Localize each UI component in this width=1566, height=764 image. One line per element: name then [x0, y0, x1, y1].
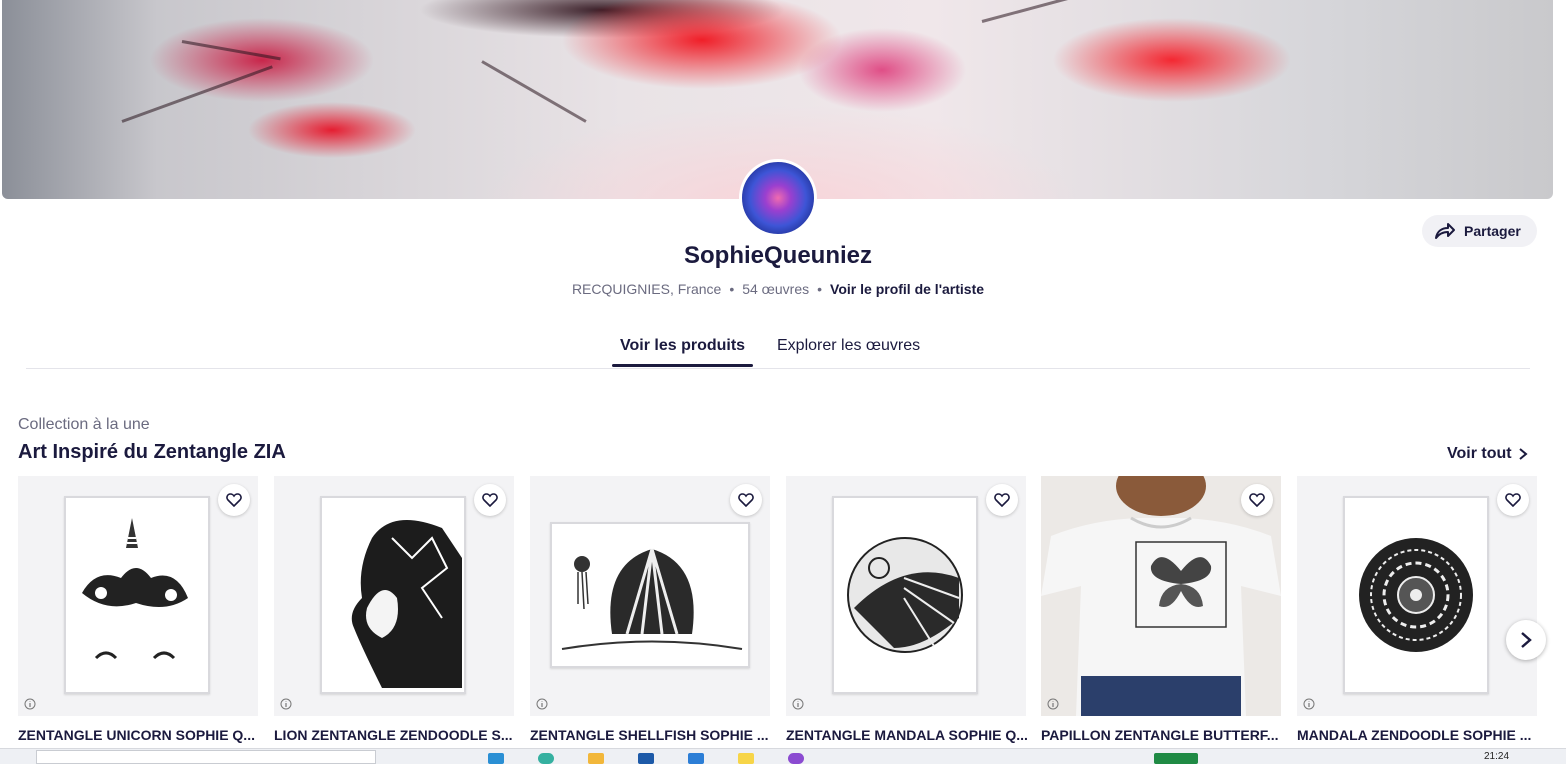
browser-icon[interactable]: [538, 753, 554, 764]
product-image: [1041, 476, 1281, 716]
heart-icon: [1505, 493, 1521, 507]
collection-label: Collection à la une: [18, 416, 150, 433]
heart-icon: [738, 493, 754, 507]
heart-icon: [226, 493, 242, 507]
app-icon[interactable]: [738, 753, 754, 764]
artist-name: SophieQueuniez: [683, 242, 872, 269]
works-count: 54 œuvres: [742, 281, 810, 297]
artist-avatar[interactable]: [739, 159, 817, 237]
product-image: [832, 496, 978, 694]
artist-profile-link[interactable]: Voir le profil de l'artiste: [830, 281, 984, 297]
favorite-button[interactable]: [986, 484, 1018, 516]
profile-tabs: Voir les produits Explorer les œuvres: [26, 330, 1530, 369]
product-title[interactable]: ZENTANGLE MANDALA SOPHIE Q...: [786, 727, 1028, 743]
product-card[interactable]: [18, 476, 258, 716]
taskbar-search-box[interactable]: [36, 750, 376, 764]
favorite-button[interactable]: [730, 484, 762, 516]
info-icon[interactable]: [792, 698, 804, 710]
share-icon: [1435, 223, 1455, 239]
artist-location: RECQUIGNIES, France: [571, 281, 722, 297]
taskbar-clock: 21:24: [1484, 751, 1510, 762]
info-icon[interactable]: [24, 698, 36, 710]
carousel-next-button[interactable]: [1506, 620, 1546, 660]
chevron-right-icon: [1521, 632, 1532, 648]
info-icon[interactable]: [1303, 698, 1315, 710]
product-title[interactable]: ZENTANGLE SHELLFISH SOPHIE ...: [530, 727, 772, 743]
product-image: [550, 522, 750, 668]
product-card[interactable]: [530, 476, 770, 716]
product-title[interactable]: LION ZENTANGLE ZENDOODLE S...: [274, 727, 516, 743]
info-icon[interactable]: [536, 698, 548, 710]
see-all-label: Voir tout: [1447, 445, 1512, 462]
info-icon[interactable]: [280, 698, 292, 710]
folder-icon[interactable]: [588, 753, 604, 764]
artist-meta: RECQUIGNIES, France • 54 œuvres • Voir le pr…: [0, 281, 1556, 297]
favorite-button[interactable]: [1497, 484, 1529, 516]
separator-dot: •: [817, 281, 823, 297]
app-icon[interactable]: [488, 753, 504, 764]
info-icon[interactable]: [1047, 698, 1059, 710]
product-image: [64, 496, 210, 694]
favorite-button[interactable]: [218, 484, 250, 516]
app-icon[interactable]: [688, 753, 704, 764]
os-taskbar: 21:24: [0, 748, 1566, 764]
product-card[interactable]: [1297, 476, 1537, 716]
product-card[interactable]: [274, 476, 514, 716]
favorite-button[interactable]: [474, 484, 506, 516]
product-image: [1343, 496, 1489, 694]
product-title[interactable]: PAPILLON ZENTANGLE BUTTERF...: [1041, 727, 1283, 743]
product-card[interactable]: [1041, 476, 1281, 716]
product-card[interactable]: [786, 476, 1026, 716]
active-tab-indicator: [612, 364, 753, 367]
collection-title: Art Inspiré du Zentangle ZIA: [18, 441, 286, 463]
product-title[interactable]: MANDALA ZENDOODLE SOPHIE ...: [1297, 727, 1539, 743]
chevron-right-icon: [1518, 448, 1528, 460]
heart-icon: [482, 493, 498, 507]
separator-dot: •: [729, 281, 735, 297]
tab-explore-works[interactable]: Explorer les œuvres: [777, 337, 920, 355]
product-title[interactable]: ZENTANGLE UNICORN SOPHIE Q...: [18, 727, 260, 743]
heart-icon: [1249, 493, 1265, 507]
see-all-link[interactable]: Voir tout: [1447, 445, 1528, 463]
app-icon[interactable]: [788, 753, 804, 764]
product-image: [320, 496, 466, 694]
app-icon[interactable]: [638, 753, 654, 764]
share-label: Partager: [1464, 223, 1521, 239]
tab-products[interactable]: Voir les produits: [620, 337, 745, 355]
app-icon[interactable]: [1154, 753, 1198, 764]
heart-icon: [994, 493, 1010, 507]
favorite-button[interactable]: [1241, 484, 1273, 516]
